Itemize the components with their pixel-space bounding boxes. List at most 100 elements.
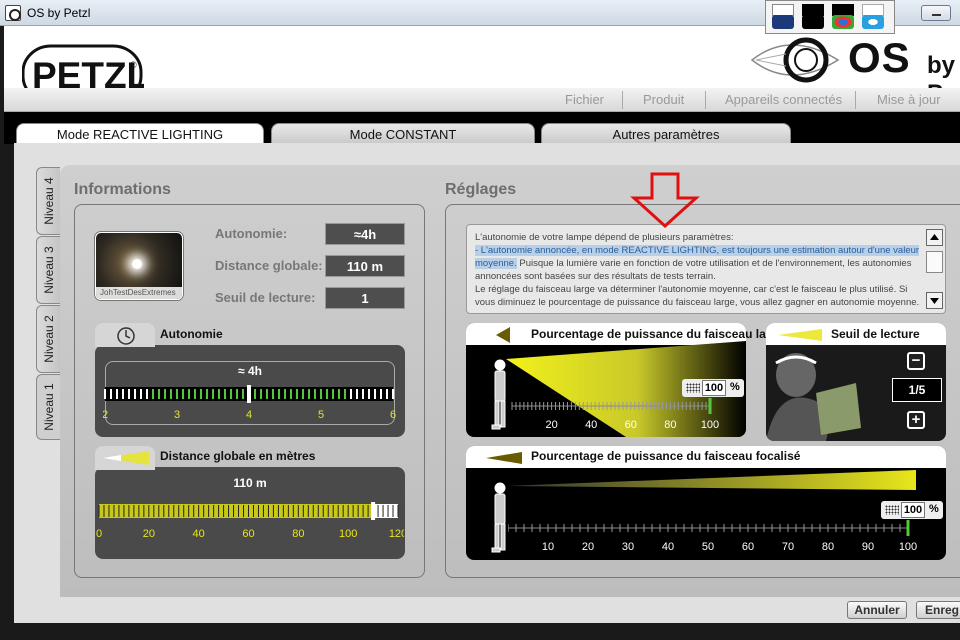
distance-gauge-tick <box>267 505 269 517</box>
menu-bar: Fichier Produit Appareils connectés Mise… <box>4 88 960 112</box>
chrome-icon <box>832 15 854 29</box>
distance-scale-label: 20 <box>143 528 155 540</box>
menu-produit[interactable]: Produit <box>643 92 684 107</box>
distance-gauge-tick <box>262 505 264 517</box>
autonomie-gauge-tick <box>224 389 226 399</box>
distance-gauge: 0 20 40 60 80 100 120 <box>96 502 404 540</box>
distance-gauge-tick <box>113 505 115 517</box>
distance-gauge-tick <box>203 505 205 517</box>
distance-gauge-tick <box>138 505 140 517</box>
autonomie-scale-label: 2 <box>103 409 108 421</box>
autonomie-gauge-tick <box>218 389 220 399</box>
distance-gauge-tick <box>218 505 220 517</box>
focus-beam-percent-input[interactable]: 100 <box>901 502 925 518</box>
tab-niveau-4[interactable]: Niveau 4 <box>36 167 60 235</box>
distance-gauge-tick <box>153 505 155 517</box>
os-logo-text: OS <box>848 34 911 81</box>
focus-beam-scale-label: 20 <box>582 541 594 553</box>
wide-beam-scale-label: 100 <box>701 419 719 431</box>
autonomie-gauge: 2 3 4 5 6 <box>103 385 396 421</box>
taskbar-thumbnail[interactable] <box>765 0 895 34</box>
menu-mise-a-jour[interactable]: Mise à jour <box>877 92 941 107</box>
drag-handle-icon <box>686 383 700 393</box>
autonomie-gauge-tick <box>380 389 382 399</box>
tab-constant[interactable]: Mode CONSTANT <box>271 123 535 145</box>
autonomie-gauge-tick <box>296 389 298 399</box>
autonomie-gauge-tick <box>170 389 172 399</box>
distance-gauge-tick <box>317 505 319 517</box>
autonomie-gauge-tick <box>176 389 178 399</box>
photo-caption: JohTestDesExtremes <box>96 287 182 299</box>
tab-niveau-3[interactable]: Niveau 3 <box>36 236 60 304</box>
save-button[interactable]: Enreg <box>916 601 960 619</box>
app-icon <box>5 5 21 21</box>
tab-niveau-1[interactable]: Niveau 1 <box>36 374 60 440</box>
distance-gauge-tick <box>277 505 279 517</box>
user-photo: JohTestDesExtremes <box>95 232 183 300</box>
distance-gauge-tick <box>173 505 175 517</box>
distance-gauge-tick <box>198 505 200 517</box>
distance-gauge-tick <box>287 505 289 517</box>
focus-beam-scale-label: 40 <box>662 541 674 553</box>
focus-beam-title: Pourcentage de puissance du faisceau foc… <box>531 449 801 463</box>
reading-decrease-button[interactable]: − <box>907 352 925 370</box>
focus-beam-percent-box[interactable]: 100 % <box>881 501 943 519</box>
autonomie-gauge-tick <box>272 389 274 399</box>
distance-gauge-tick <box>362 505 364 517</box>
distance-gauge-tick <box>272 505 274 517</box>
menu-separator <box>705 91 706 109</box>
wide-beam-percent-box[interactable]: 100 % <box>682 379 744 397</box>
wide-beam-scale: 20 40 60 80 100 <box>511 398 719 431</box>
menu-fichier[interactable]: Fichier <box>565 92 604 107</box>
distance-globale-value: 110 m <box>325 255 405 277</box>
scroll-up-button[interactable] <box>926 229 943 246</box>
menu-appareils-connectes[interactable]: Appareils connectés <box>725 92 842 107</box>
headlamp-light <box>132 259 142 269</box>
distance-gauge-tick <box>143 505 145 517</box>
autonomie-gauge-tick <box>140 389 142 399</box>
distance-gauge-tick <box>312 505 314 517</box>
wide-beam-percent-input[interactable]: 100 <box>702 380 726 396</box>
distance-globale-label: Distance globale: <box>215 258 323 273</box>
focus-beam-scale-label: 60 <box>742 541 754 553</box>
autonomie-gauge-tick <box>236 389 238 399</box>
autonomie-gauge-tick <box>308 389 310 399</box>
minimize-button[interactable] <box>921 5 951 21</box>
thumb-app-icon <box>772 15 794 29</box>
distance-gauge-tick <box>248 505 249 517</box>
tab-niveau-2[interactable]: Niveau 2 <box>36 305 60 373</box>
distance-gauge-tick <box>158 505 160 517</box>
reglages-text-box[interactable]: L'autonomie de votre lampe dépend de plu… <box>466 224 946 314</box>
distance-scale-label: 60 <box>242 528 254 540</box>
autonomie-gauge-tick <box>164 389 166 399</box>
autonomie-gauge-marker <box>247 385 251 403</box>
wide-beam-scale-label: 40 <box>585 419 597 431</box>
focus-beam-scale-label: 80 <box>822 541 834 553</box>
autonomie-gauge-tick <box>332 389 334 399</box>
scroll-down-button[interactable] <box>926 292 943 309</box>
reading-increase-button[interactable]: + <box>907 411 925 429</box>
cancel-button[interactable]: Annuler <box>847 601 907 619</box>
distance-gauge-tick <box>148 505 150 517</box>
autonomie-gauge-tick <box>242 389 244 399</box>
distance-scale-label: 100 <box>339 528 357 540</box>
reading-value: 1/5 <box>892 378 942 402</box>
scroll-thumb[interactable] <box>926 251 943 273</box>
autonomie-panel-title: Autonomie <box>160 327 223 341</box>
autonomie-gauge-tick <box>278 389 280 399</box>
autonomie-gauge-tick <box>314 389 316 399</box>
distance-gauge-tick <box>252 505 254 517</box>
distance-gauge-tick <box>332 505 334 517</box>
autonomie-gauge-value: ≈ 4h <box>238 364 262 378</box>
text-scrollbar[interactable] <box>926 229 943 309</box>
autonomie-gauge-tick <box>362 389 364 399</box>
autonomie-gauge-tick <box>146 389 148 399</box>
beam-icon <box>103 451 149 465</box>
tab-autres-parametres[interactable]: Autres paramètres <box>541 123 791 145</box>
autonomie-gauge-tick <box>344 389 346 399</box>
reglages-title: Réglages <box>445 181 517 198</box>
autonomie-gauge-tick <box>326 389 328 399</box>
eye-logo-icon <box>750 37 840 83</box>
distance-gauge-tick <box>108 505 110 517</box>
distance-gauge-tick <box>133 505 135 517</box>
